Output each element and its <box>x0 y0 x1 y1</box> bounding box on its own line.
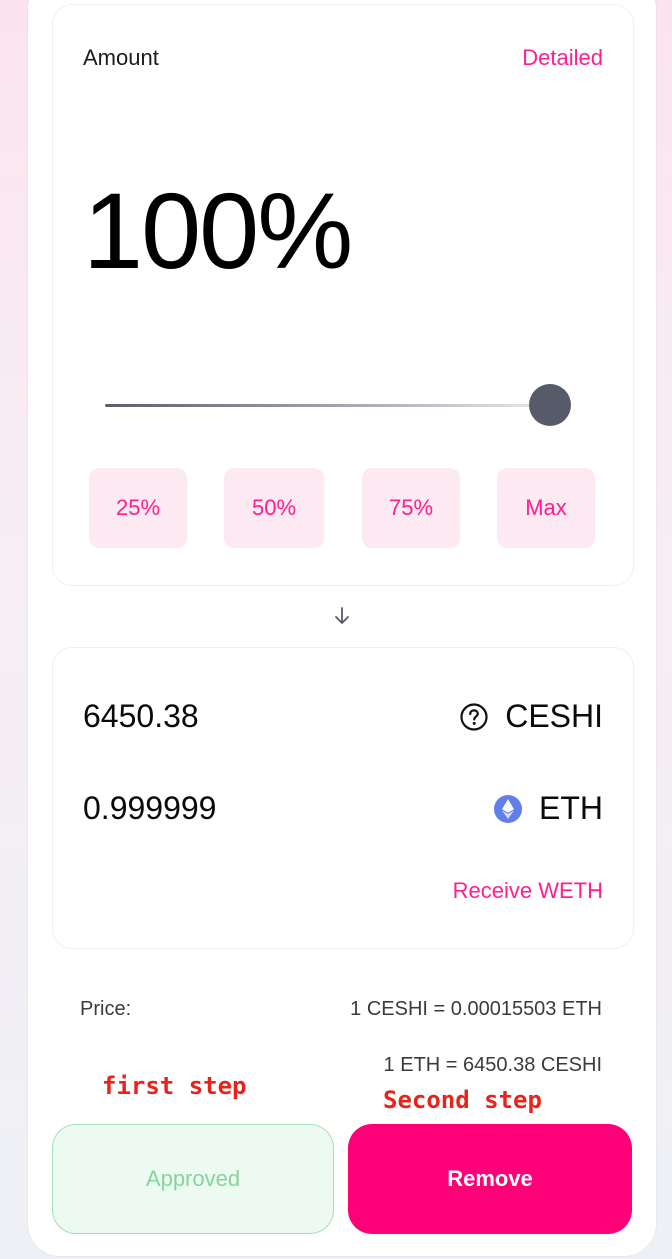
price-label: Price: <box>80 998 132 1020</box>
amount-slider-thumb[interactable] <box>529 384 571 426</box>
token-eth: ETH <box>493 790 603 827</box>
receive-weth-link[interactable]: Receive WETH <box>453 878 603 904</box>
remove-button[interactable]: Remove <box>348 1124 632 1234</box>
price-rate-ceshi-eth: 1 CESHI = 0.00015503 ETH <box>350 998 602 1020</box>
approved-button[interactable]: Approved <box>52 1124 334 1234</box>
amount-label: Amount <box>83 45 159 70</box>
amount-slider-track[interactable] <box>105 404 535 407</box>
token-ceshi: CESHI <box>459 698 603 735</box>
annotation-second-step: Second step <box>383 1086 542 1114</box>
price-rate-eth-ceshi: 1 ETH = 6450.38 CESHI <box>383 1054 602 1076</box>
ethereum-icon <box>494 794 522 823</box>
output-card: 6450.38 CESHI 0.999999 ETH Receive WETH <box>52 647 634 949</box>
token-symbol-eth: ETH <box>539 790 603 826</box>
percent-display: 100% <box>83 170 353 291</box>
token-amount-eth: 0.999999 <box>83 790 217 826</box>
amount-card: Amount Detailed 100% 25% 50% 75% Max <box>52 4 634 586</box>
token-symbol-ceshi: CESHI <box>505 698 603 734</box>
preset-75-button[interactable]: 75% <box>362 468 460 548</box>
preset-50-button[interactable]: 50% <box>224 468 324 548</box>
question-circle-icon <box>460 702 488 731</box>
preset-max-button[interactable]: Max <box>497 468 595 548</box>
arrow-down-icon <box>335 607 349 624</box>
annotation-first-step: first step <box>102 1072 247 1100</box>
token-amount-ceshi: 6450.38 <box>83 698 199 734</box>
preset-25-button[interactable]: 25% <box>89 468 187 548</box>
detailed-toggle-link[interactable]: Detailed <box>522 45 603 71</box>
